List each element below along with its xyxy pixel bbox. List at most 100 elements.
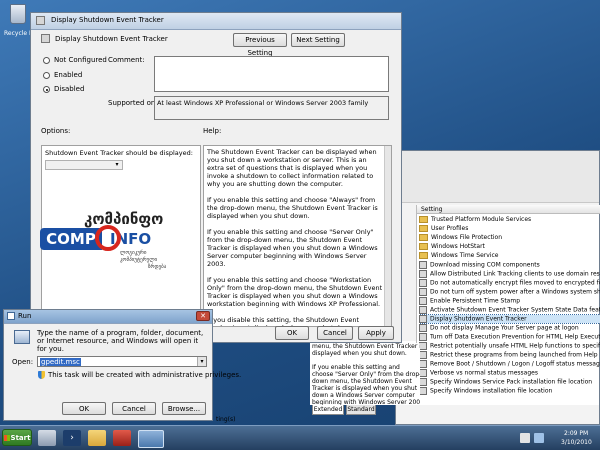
folder-icon [419, 243, 428, 250]
policy-setting-icon [419, 261, 427, 269]
run-description: Type the name of a program, folder, docu… [37, 329, 204, 353]
cancel-button[interactable]: Cancel [317, 326, 353, 340]
setting-list-item[interactable]: Turn off Data Execution Prevention for H… [419, 333, 600, 341]
policy-setting-icon [419, 279, 427, 287]
description-line: down a Windows Server computer [312, 392, 415, 399]
setting-list-item[interactable]: Do not automatically encrypt files moved… [419, 279, 600, 287]
run-browse-button[interactable]: Browse... [162, 402, 206, 415]
setting-list-item[interactable]: Windows HotStart [419, 243, 600, 251]
help-paragraph: If you enable this setting and choose "S… [207, 228, 378, 268]
open-dropdown-chevron-icon[interactable]: ▾ [197, 357, 206, 366]
radio-disabled[interactable] [43, 86, 50, 93]
help-paragraph: The Shutdown Event Tracker can be displa… [207, 148, 377, 188]
setting-list-item-label: Enable Persistent Time Stamp [430, 297, 521, 305]
help-paragraph: If you enable this setting and choose "W… [207, 276, 383, 308]
logo-comp-text: COMP [40, 228, 102, 250]
run-title: Run [18, 312, 32, 320]
apply-button[interactable]: Apply [358, 326, 394, 340]
setting-list-item[interactable]: Enable Persistent Time Stamp [419, 297, 600, 305]
status-bar-text: ting(s) [216, 416, 236, 423]
clock-date[interactable]: 3/10/2010 [561, 439, 592, 446]
radio-not-configured[interactable] [43, 57, 50, 64]
tab-standard[interactable]: Standard [346, 405, 376, 415]
taskbar: Start › 2:09 PM 3/10/2010 [0, 425, 600, 450]
setting-list-item-label: Windows Time Service [431, 252, 499, 259]
logo-tagline-3: ზრდება [148, 264, 167, 270]
run-app-icon [14, 330, 30, 344]
dialog-titlebar[interactable]: Display Shutdown Event Tracker [31, 13, 401, 30]
editor-header-strip [396, 151, 599, 203]
radio-not-configured-label: Not Configured [54, 56, 107, 64]
next-setting-button[interactable]: Next Setting [291, 33, 345, 47]
run-ok-button[interactable]: OK [62, 402, 106, 415]
policy-setting-icon [419, 333, 427, 341]
powershell-icon[interactable]: › [63, 430, 81, 446]
comment-textarea[interactable] [154, 56, 389, 92]
run-cancel-button[interactable]: Cancel [112, 402, 156, 415]
close-icon[interactable]: ✕ [196, 311, 210, 321]
compinfo-logo: კომპინფო COMP INFO ლოგიკური კომპიუტერული… [40, 210, 198, 276]
policy-setting-icon [419, 288, 427, 296]
description-line: displayed when you shut down. [312, 350, 407, 357]
language-tray-icon[interactable] [520, 433, 530, 443]
chevron-down-icon: ▾ [115, 161, 119, 168]
toolbox-icon[interactable] [113, 430, 131, 446]
help-paragraph: If you enable this setting and choose "A… [207, 196, 378, 220]
ok-button[interactable]: OK [275, 326, 309, 340]
admin-note: This task will be created with administr… [48, 371, 242, 379]
tab-extended[interactable]: Extended [312, 405, 344, 415]
policy-setting-icon [419, 324, 427, 332]
previous-setting-button[interactable]: Previous Setting [233, 33, 287, 57]
run-titlebar[interactable]: Run ✕ [4, 310, 212, 324]
setting-list-item[interactable]: Display Shutdown Event Tracker [419, 314, 600, 324]
setting-list-item-label: Do not automatically encrypt files moved… [430, 279, 600, 287]
start-button[interactable]: Start [2, 429, 32, 446]
network-tray-icon[interactable] [534, 433, 544, 443]
setting-list-item-label: Do not display Manage Your Server page a… [430, 324, 579, 332]
logo-ring [95, 225, 121, 251]
setting-list-item[interactable]: User Profiles [419, 225, 600, 233]
logo-georgian-text: კომპინფო [84, 210, 164, 228]
clock-time[interactable]: 2:09 PM [564, 430, 588, 437]
radio-enabled[interactable] [43, 72, 50, 79]
setting-list-item-label: Allow Distributed Link Tracking clients … [430, 270, 600, 278]
open-input-value: gpedit.msc [40, 358, 81, 366]
shutdown-tracker-dropdown[interactable]: ▾ [45, 160, 123, 170]
options-label: Options: [41, 127, 71, 135]
server-manager-icon[interactable] [38, 430, 56, 446]
dialog-title: Display Shutdown Event Tracker [51, 16, 164, 24]
active-window-button[interactable] [138, 430, 164, 448]
description-line: Tracker is displayed when you shut [312, 385, 418, 392]
setting-list-item-label: Do not turn off system power after a Win… [430, 288, 600, 296]
open-label: Open: [12, 358, 34, 366]
setting-list-item[interactable]: Windows Time Service [419, 252, 600, 260]
setting-column-header[interactable]: Setting [417, 205, 600, 214]
description-line: choose "Server Only" from the drop- [312, 371, 420, 378]
policy-setting-icon [419, 270, 427, 278]
setting-list-item[interactable]: Do not display Manage Your Server page a… [419, 324, 600, 332]
folder-icon [419, 234, 428, 241]
policy-setting-icon [419, 297, 427, 305]
description-line: down menu, the Shutdown Event [312, 378, 412, 385]
supported-on-label: Supported on: [108, 99, 158, 107]
setting-list-item[interactable]: Windows File Protection [419, 234, 600, 242]
setting-list-item-label: Windows File Protection [431, 234, 502, 241]
explorer-folder-icon[interactable] [88, 430, 106, 446]
setting-list-item[interactable]: Download missing COM components [419, 261, 600, 269]
setting-list-item-label: Windows HotStart [431, 243, 485, 250]
setting-list-item[interactable]: Allow Distributed Link Tracking clients … [419, 270, 600, 278]
dialog-header: Display Shutdown Event Tracker Previous … [31, 29, 401, 57]
open-input[interactable]: gpedit.msc ▾ [37, 356, 207, 367]
help-scrollbar[interactable] [384, 146, 391, 326]
policy-settings-dialog: Display Shutdown Event Tracker Display S… [30, 12, 402, 343]
supported-on-field: At least Windows XP Professional or Wind… [154, 96, 389, 120]
dialog-header-title: Display Shutdown Event Tracker [55, 35, 168, 43]
setting-list-item-label: Trusted Platform Module Services [431, 216, 532, 223]
setting-list-item-label: Display Shutdown Event Tracker [430, 315, 527, 323]
setting-list-item[interactable]: Trusted Platform Module Services [419, 216, 600, 224]
setting-list-item-label: Activate Shutdown Event Tracker System S… [430, 306, 600, 314]
start-label: Start [10, 434, 31, 442]
setting-list-item[interactable]: Do not turn off system power after a Win… [419, 288, 600, 296]
run-window-icon [7, 312, 15, 320]
setting-list-item[interactable]: Activate Shutdown Event Tracker System S… [419, 306, 600, 314]
